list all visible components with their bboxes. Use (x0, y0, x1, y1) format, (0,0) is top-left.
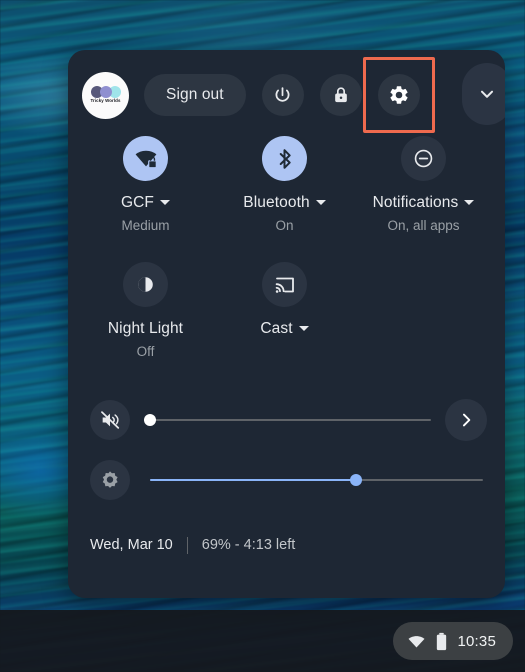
notifications-label-row: Notifications (373, 195, 475, 211)
tile-notifications[interactable]: Notifications On, all apps (354, 126, 493, 232)
network-label: GCF (120, 194, 155, 211)
avatar-logo-dots (90, 86, 121, 99)
avatar[interactable]: Tricky Worlds (82, 71, 129, 119)
chromeos-desktop: Tricky Worlds Sign out GCF Medium Blueto… (0, 0, 525, 672)
night-light-label: Night Light (107, 320, 184, 337)
settings-button[interactable] (377, 74, 420, 116)
network-sublabel: Medium (121, 217, 170, 233)
night-light-label-row: Night Light (108, 321, 183, 337)
night-light-icon (138, 277, 153, 292)
brightness-slider-thumb[interactable] (350, 474, 363, 486)
bluetooth-icon-circle (262, 136, 307, 181)
shelf: 10:35 (0, 610, 525, 672)
status-area-button[interactable]: 10:35 (393, 622, 513, 660)
cast-icon-circle (262, 262, 307, 307)
tray-header: Tricky Worlds Sign out (68, 50, 505, 133)
chevron-down-icon[interactable] (464, 200, 475, 206)
chevron-down-icon[interactable] (160, 200, 171, 206)
feature-tile-row-2: Night Light Off Cast (68, 252, 505, 358)
network-label-row: GCF (120, 194, 171, 211)
tile-cast[interactable]: Cast (215, 252, 354, 358)
cast-icon (275, 277, 294, 293)
settings-button-wrapper (362, 57, 435, 133)
gear-icon (390, 86, 408, 104)
volume-slider-row (68, 392, 505, 448)
sign-out-button[interactable]: Sign out (144, 74, 246, 116)
collapse-button[interactable] (462, 63, 505, 125)
volume-mute-button[interactable] (90, 400, 130, 440)
tile-network[interactable]: GCF Medium (76, 126, 215, 232)
chevron-down-icon[interactable] (315, 200, 326, 206)
night-light-sublabel: Off (136, 343, 155, 359)
lock-icon (334, 87, 347, 103)
bluetooth-label-row: Bluetooth (243, 194, 326, 211)
lock-button[interactable] (319, 74, 362, 116)
night-light-icon-circle (123, 262, 168, 307)
notifications-icon-circle (401, 136, 446, 181)
volume-slider-thumb[interactable] (144, 414, 156, 426)
footer-divider (186, 536, 188, 554)
power-icon (275, 86, 290, 102)
notifications-label: Notifications (372, 194, 459, 211)
cast-label-row: Cast (260, 320, 309, 337)
volume-expand-button[interactable] (445, 399, 487, 441)
do-not-disturb-icon (414, 149, 433, 168)
bluetooth-label: Bluetooth (243, 194, 310, 211)
chevron-right-icon (462, 413, 471, 427)
battery-status-label[interactable]: 69% - 4:13 left (202, 537, 296, 553)
date-label[interactable]: Wed, Mar 10 (90, 537, 173, 553)
battery-icon (437, 632, 447, 650)
notifications-sublabel: On, all apps (387, 217, 460, 233)
brightness-slider-row (68, 452, 505, 508)
volume-muted-icon (101, 411, 120, 429)
tile-night-light[interactable]: Night Light Off (76, 252, 215, 358)
chevron-down-icon[interactable] (298, 326, 309, 332)
wifi-icon (408, 635, 425, 648)
volume-slider-track (150, 418, 431, 422)
network-icon-circle (123, 136, 168, 181)
wifi-locked-icon (135, 150, 157, 168)
brightness-icon (102, 471, 118, 488)
clock-label: 10:35 (457, 632, 496, 650)
system-tray-panel: Tricky Worlds Sign out GCF Medium Blueto… (68, 50, 505, 598)
cast-label: Cast (260, 320, 293, 337)
brightness-button[interactable] (90, 460, 130, 500)
chevron-down-icon (480, 90, 494, 98)
brightness-slider-fill (150, 478, 357, 482)
bluetooth-sublabel: On (275, 217, 294, 233)
volume-slider[interactable] (144, 409, 431, 431)
power-button[interactable] (261, 74, 304, 116)
tile-bluetooth[interactable]: Bluetooth On (215, 126, 354, 232)
tray-footer: Wed, Mar 10 69% - 4:13 left (68, 530, 505, 560)
bluetooth-icon (279, 148, 291, 169)
feature-tile-row-1: GCF Medium Bluetooth On Notifications On… (68, 126, 505, 232)
brightness-slider[interactable] (150, 469, 483, 491)
avatar-label: Tricky Worlds (90, 98, 121, 104)
